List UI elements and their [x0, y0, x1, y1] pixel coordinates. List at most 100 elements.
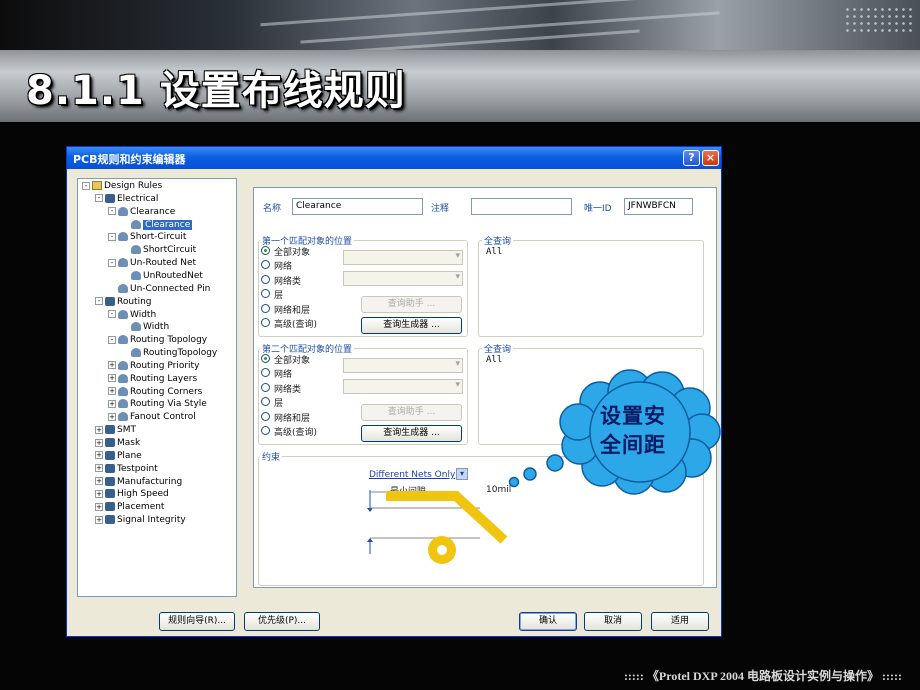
second-match-radio-label: 全部对象: [274, 356, 311, 366]
first-full-query-box[interactable]: [478, 240, 704, 337]
first-match-radio-0[interactable]: [261, 246, 270, 255]
second-match-radio-5[interactable]: [261, 426, 270, 435]
ok-button[interactable]: 确认: [519, 612, 577, 631]
collapse-icon[interactable]: -: [108, 310, 116, 318]
net-scope-select[interactable]: Different Nets Only: [369, 470, 455, 480]
second-match-radio-0[interactable]: [261, 354, 270, 363]
second-query-helper-button[interactable]: 查询助手 ...: [361, 404, 462, 421]
tree-item-label: Width: [143, 322, 170, 333]
expand-icon[interactable]: +: [108, 399, 116, 408]
name-field[interactable]: Clearance: [292, 198, 423, 215]
close-button[interactable]: ×: [702, 150, 719, 166]
slide-title: 8.1.1 设置布线规则: [26, 68, 406, 114]
first-match-radio-2[interactable]: [261, 274, 270, 284]
tree-item[interactable]: - Clearance: [108, 206, 175, 219]
first-match-net-combo[interactable]: [343, 250, 463, 265]
tree-item[interactable]: + Routing Priority: [108, 360, 199, 373]
tree-item[interactable]: - Un-Routed Net: [108, 257, 196, 270]
tree-item[interactable]: - Routing Topology: [108, 334, 207, 347]
expand-icon[interactable]: +: [95, 464, 103, 473]
first-query-builder-button[interactable]: 查询生成器 ...: [361, 317, 462, 334]
callout-line-2: 全间距: [600, 433, 666, 457]
second-match-net-combo[interactable]: [343, 358, 463, 373]
collapse-icon[interactable]: -: [95, 194, 103, 203]
expand-icon[interactable]: +: [95, 489, 103, 498]
second-query-builder-button[interactable]: 查询生成器 ...: [361, 425, 462, 442]
tree-item-label: Un-Routed Net: [130, 258, 197, 269]
first-match-radio-4[interactable]: [261, 303, 270, 313]
tree-item[interactable]: - Routing: [95, 296, 152, 309]
expand-icon[interactable]: +: [95, 515, 103, 524]
first-query-helper-button[interactable]: 查询助手 ...: [361, 296, 462, 313]
expand-icon[interactable]: +: [108, 374, 116, 383]
rule-icon: [118, 206, 128, 216]
tree-item-label: Short-Circuit: [130, 232, 187, 243]
rule-group-icon: [105, 438, 115, 447]
tree-item-label: Routing Via Style: [130, 399, 207, 410]
first-full-query-title: 全查询: [482, 234, 514, 247]
tree-item-label: Routing Layers: [130, 373, 198, 384]
rule-wizard-button[interactable]: 规则向导(R)...: [159, 612, 235, 631]
dialog-title-bar[interactable]: PCB规则和约束编辑器 ? ×: [67, 147, 721, 169]
tree-item[interactable]: + Manufacturing: [95, 476, 182, 489]
expand-icon[interactable]: +: [95, 502, 103, 511]
help-button[interactable]: ?: [683, 150, 700, 166]
collapse-icon[interactable]: -: [82, 181, 90, 190]
first-match-radio-5[interactable]: [261, 318, 270, 327]
collapse-icon[interactable]: -: [108, 207, 116, 216]
comment-field[interactable]: [471, 198, 572, 215]
tree-item[interactable]: + Plane: [95, 450, 142, 463]
expand-icon[interactable]: +: [95, 451, 103, 460]
first-full-query-text: All: [486, 247, 503, 257]
tree-item[interactable]: + Signal Integrity: [95, 514, 186, 527]
expand-icon[interactable]: +: [108, 361, 116, 370]
tree-item[interactable]: - Electrical: [95, 193, 158, 206]
tree-item[interactable]: + Routing Via Style: [108, 398, 207, 411]
tree-item[interactable]: Un-Connected Pin: [108, 283, 210, 296]
expand-icon[interactable]: +: [95, 477, 103, 486]
tree-item[interactable]: + Placement: [95, 501, 164, 514]
expand-icon[interactable]: +: [95, 425, 103, 434]
rule-detail-panel: 名称 Clearance 注释 唯一ID JFNWBFCN 第一个匹配对象的位置…: [253, 187, 717, 588]
tree-item[interactable]: - Width: [108, 309, 156, 322]
expand-icon[interactable]: +: [108, 387, 116, 396]
second-match-radio-4[interactable]: [261, 411, 270, 421]
apply-button[interactable]: 适用: [651, 612, 709, 631]
priorities-button[interactable]: 优先级(P)...: [244, 612, 320, 631]
tree-item[interactable]: UnRoutedNet: [121, 270, 203, 283]
cancel-button[interactable]: 取消: [584, 612, 642, 631]
second-match-radio-label: 网络类: [274, 384, 302, 395]
collapse-icon[interactable]: -: [108, 258, 116, 267]
tree-item[interactable]: + High Speed: [95, 488, 169, 501]
first-match-netclass-combo[interactable]: [343, 271, 463, 286]
second-match-radio-2[interactable]: [261, 382, 270, 392]
tree-item[interactable]: + Routing Layers: [108, 373, 197, 386]
tree-item[interactable]: - Short-Circuit: [108, 231, 186, 244]
unique-id-field[interactable]: JFNWBFCN: [624, 198, 693, 215]
tree-item-label: Signal Integrity: [117, 515, 186, 526]
expand-icon[interactable]: +: [108, 412, 116, 421]
rules-tree[interactable]: - Design Rules - Electrical - Clearance Cleara…: [77, 178, 237, 597]
tree-item-label: UnRoutedNet: [143, 270, 203, 281]
tree-item[interactable]: - Design Rules: [82, 180, 162, 193]
collapse-icon[interactable]: -: [95, 297, 103, 306]
tree-item[interactable]: ShortCircuit: [121, 244, 196, 257]
slide-footer: ::::: 《Protel DXP 2004 电路板设计实例与操作》 :::::: [623, 669, 902, 683]
collapse-icon[interactable]: -: [108, 232, 116, 241]
tree-item[interactable]: + SMT: [95, 424, 136, 437]
tree-item[interactable]: Width: [121, 321, 169, 334]
comment-label: 注释: [431, 204, 450, 214]
tree-item[interactable]: Clearance: [121, 219, 193, 232]
tree-item[interactable]: + Routing Corners: [108, 386, 202, 399]
tree-item[interactable]: + Testpoint: [95, 463, 158, 476]
tree-item-label: Un-Connected Pin: [130, 283, 211, 294]
chevron-down-icon[interactable]: ▾: [456, 468, 468, 480]
tree-item[interactable]: + Mask: [95, 437, 140, 450]
expand-icon[interactable]: +: [95, 438, 103, 447]
tree-item[interactable]: RoutingTopology: [121, 347, 217, 360]
banner-image: [0, 0, 920, 50]
tree-item[interactable]: + Fanout Control: [108, 411, 196, 424]
collapse-icon[interactable]: -: [108, 335, 116, 344]
second-match-radio-label: 网络和层: [274, 413, 311, 424]
second-match-netclass-combo[interactable]: [343, 379, 463, 394]
